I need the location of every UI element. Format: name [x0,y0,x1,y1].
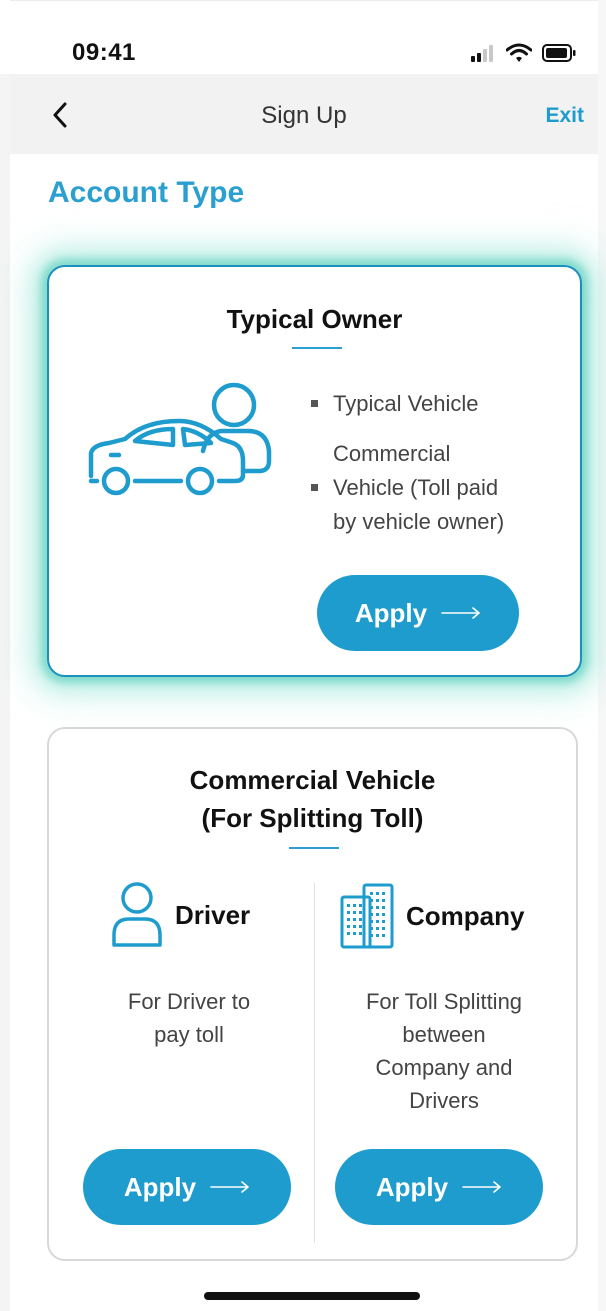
card-title-line-2: (For Splitting Toll) [201,803,424,833]
status-icons [470,41,576,65]
company-apply-button[interactable]: Apply [335,1149,543,1225]
company-description: For Toll Splitting between Company and D… [319,985,569,1117]
arrow-right-icon [462,1181,501,1193]
commercial-vehicle-card: Commercial Vehicle (For Splitting Toll) … [47,727,578,1261]
car-person-icon [88,382,272,496]
battery-icon [542,44,576,62]
bullet-text-line: Commercial [333,441,451,466]
company-heading: Company [338,881,524,951]
driver-apply-button[interactable]: Apply [83,1149,291,1225]
bullet-item: Commercial Vehicle (Toll paid by vehicle… [307,437,567,539]
driver-label: Driver [175,899,251,930]
card-title-line-1: Commercial Vehicle [189,765,436,795]
wifi-icon [506,43,532,62]
desc-line: pay toll [154,1022,224,1047]
person-icon [112,882,162,947]
arrow-right-icon [441,607,480,619]
bullet-dot [311,484,318,491]
bullet-text-line: Vehicle (Toll paid [333,475,499,500]
nav-bar: Sign Up Exit [10,74,598,154]
driver-heading: Driver [109,881,250,949]
status-time: 09:41 [72,39,136,66]
apply-label: Apply [123,1171,197,1202]
bullet-item: Typical Vehicle [307,387,567,421]
left-edge-shade [0,74,10,1311]
owner-bullet-list: Typical Vehicle Commercial Vehicle (Toll… [307,387,567,539]
column-divider [314,883,315,1243]
desc-line: For Driver to [127,989,251,1014]
desc-line: between [402,1022,486,1047]
bullet-text-line: by vehicle owner) [333,509,505,534]
apply-label: Apply [375,1171,449,1202]
bullet-text: Typical Vehicle [333,391,479,416]
card-title: Typical Owner [226,304,403,334]
driver-description: For Driver to pay toll [69,985,309,1051]
section-title: Account Type [48,176,245,209]
desc-line: Drivers [409,1088,479,1113]
exit-button[interactable]: Exit [545,104,584,128]
title-divider [289,847,339,849]
building-icon [340,883,394,949]
company-label: Company [406,900,525,931]
owner-apply-button[interactable]: Apply [317,575,519,651]
desc-line: Company and [375,1055,513,1080]
desc-line: For Toll Splitting [365,989,523,1014]
typical-owner-card[interactable]: Typical Owner Typical Vehicle Commercial… [47,265,582,677]
right-edge-shade [598,0,606,1311]
home-indicator[interactable] [204,1292,420,1300]
page-title: Sign Up [261,102,347,129]
status-bar: 09:41 [10,0,598,74]
title-divider [292,347,342,349]
signal-icon [471,45,493,62]
bullet-dot [311,400,318,407]
apply-label: Apply [354,597,428,628]
arrow-right-icon [210,1181,249,1193]
